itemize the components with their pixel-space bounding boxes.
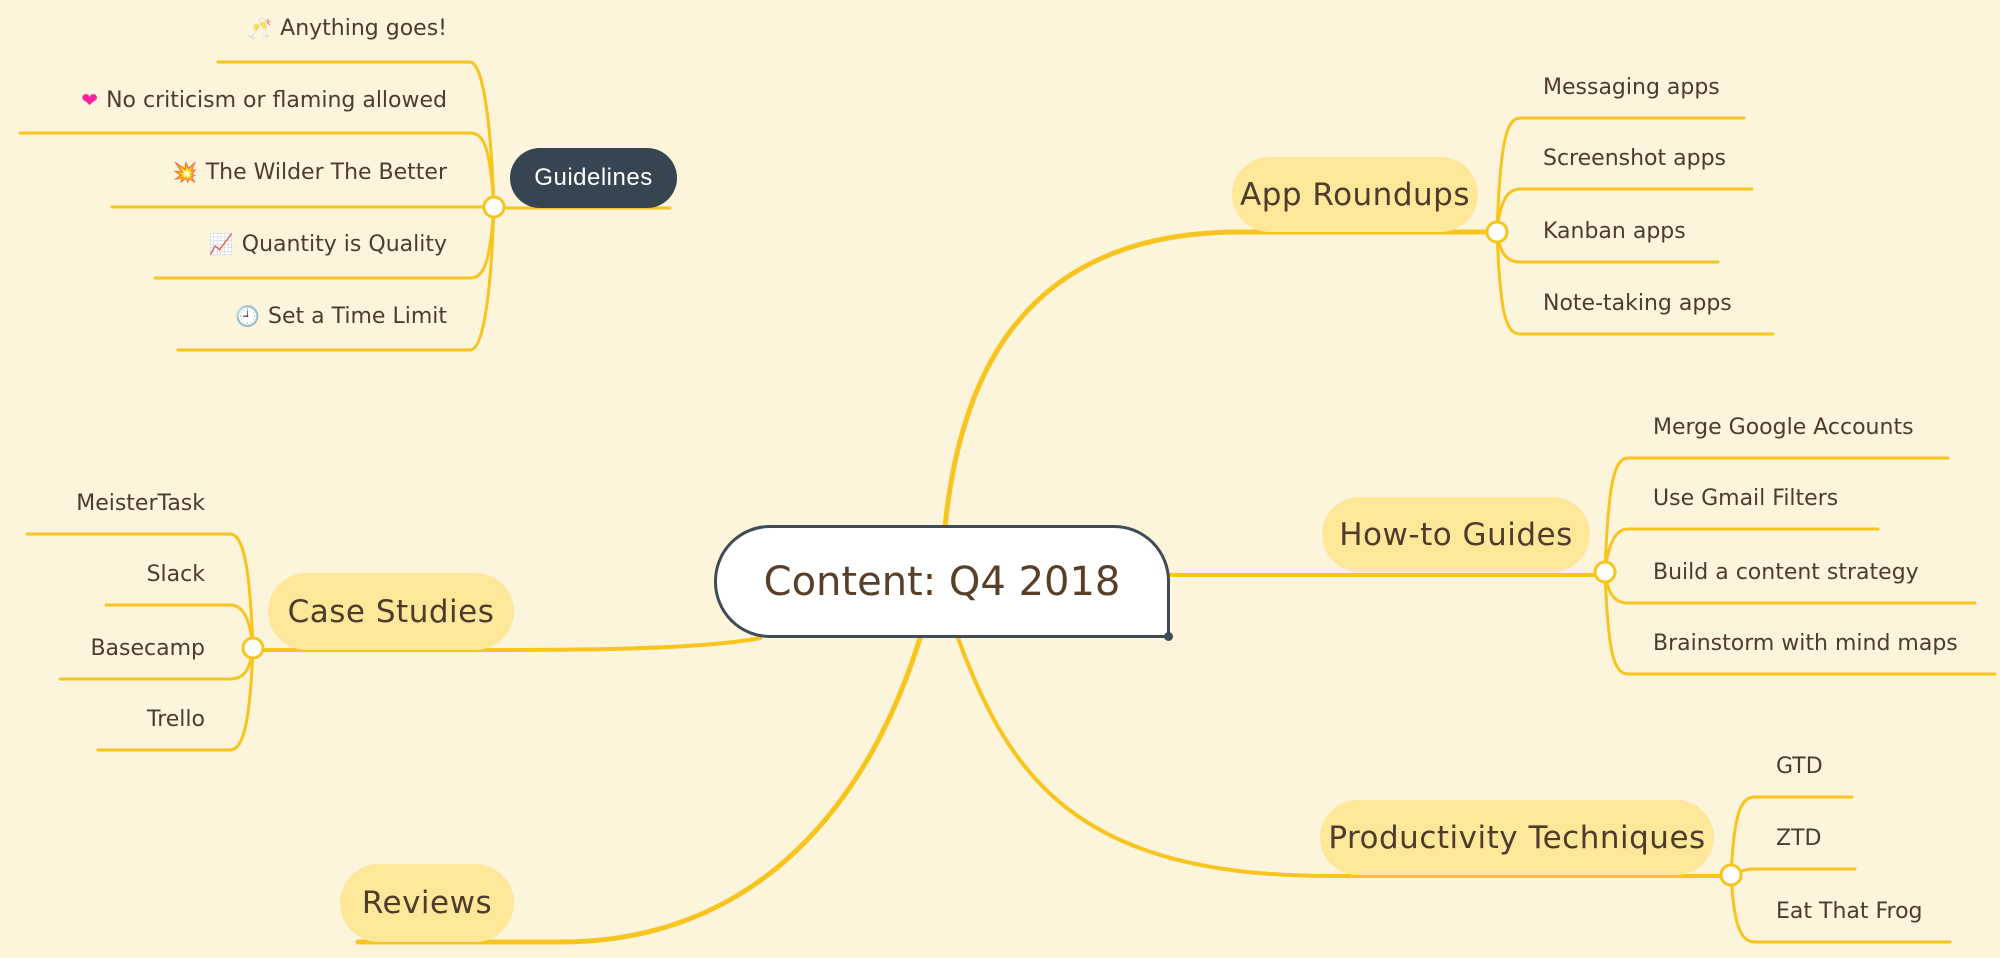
topic-reviews-label: Reviews: [361, 885, 493, 921]
guideline-label: The Wilder The Better: [205, 160, 447, 185]
topic-case-studies[interactable]: Case Studies: [268, 573, 514, 650]
heart-icon: ❤: [81, 88, 99, 112]
topic-reviews[interactable]: Reviews: [340, 864, 514, 942]
case-study-item[interactable]: Slack: [147, 562, 205, 587]
guidelines-connector[interactable]: [482, 195, 506, 219]
guideline-item[interactable]: 🕘 Set a Time Limit: [235, 304, 447, 329]
app-roundups-connector[interactable]: [1485, 220, 1509, 244]
how-to-item[interactable]: Merge Google Accounts: [1653, 415, 1914, 440]
chart-up-icon: 📈: [208, 232, 234, 256]
topic-guidelines-label: Guidelines: [534, 164, 653, 191]
central-topic-label: Content: Q4 2018: [763, 558, 1121, 605]
guideline-item[interactable]: 🥂 Anything goes!: [247, 16, 447, 41]
guideline-label: Anything goes!: [280, 16, 447, 41]
productivity-item[interactable]: ZTD: [1776, 826, 1821, 851]
topic-how-to-guides[interactable]: How-to Guides: [1322, 497, 1590, 572]
topic-case-studies-label: Case Studies: [287, 593, 495, 630]
how-to-item[interactable]: Brainstorm with mind maps: [1653, 631, 1958, 656]
productivity-connector[interactable]: [1719, 863, 1743, 887]
topic-productivity-techniques[interactable]: Productivity Techniques: [1320, 800, 1714, 875]
clock-icon: 🕘: [235, 304, 261, 328]
app-roundups-item[interactable]: Screenshot apps: [1543, 146, 1726, 171]
guideline-label: Quantity is Quality: [241, 232, 447, 257]
app-roundups-item[interactable]: Note-taking apps: [1543, 291, 1732, 316]
guideline-item[interactable]: 💥 The Wilder The Better: [173, 160, 447, 185]
resize-handle[interactable]: [1164, 632, 1173, 641]
topic-app-roundups-label: App Roundups: [1240, 176, 1470, 213]
case-study-item[interactable]: Basecamp: [90, 636, 205, 661]
branch-app-roundups: [942, 229, 1500, 530]
guideline-label: Set a Time Limit: [268, 304, 447, 329]
productivity-item[interactable]: Eat That Frog: [1776, 899, 1923, 924]
case-study-item[interactable]: MeisterTask: [76, 491, 205, 516]
productivity-item[interactable]: GTD: [1776, 754, 1823, 779]
app-roundups-item[interactable]: Kanban apps: [1543, 219, 1686, 244]
how-to-connector[interactable]: [1593, 560, 1617, 584]
topic-how-to-guides-label: How-to Guides: [1339, 516, 1573, 553]
case-studies-connector[interactable]: [241, 636, 265, 660]
app-roundups-item[interactable]: Messaging apps: [1543, 75, 1720, 100]
guideline-item[interactable]: 📈 Quantity is Quality: [209, 232, 447, 257]
how-to-item[interactable]: Use Gmail Filters: [1653, 486, 1838, 511]
guideline-label: No criticism or flaming allowed: [106, 88, 447, 113]
central-topic[interactable]: Content: Q4 2018: [714, 525, 1173, 641]
guideline-item[interactable]: ❤ No criticism or flaming allowed: [81, 88, 447, 113]
topic-app-roundups[interactable]: App Roundups: [1232, 157, 1478, 232]
topic-productivity-label: Productivity Techniques: [1328, 819, 1706, 856]
champagne-icon: 🥂: [247, 16, 273, 40]
case-study-item[interactable]: Trello: [147, 707, 205, 732]
explosion-icon: 💥: [172, 160, 198, 184]
topic-guidelines[interactable]: Guidelines: [510, 148, 677, 208]
how-to-item[interactable]: Build a content strategy: [1653, 560, 1919, 585]
